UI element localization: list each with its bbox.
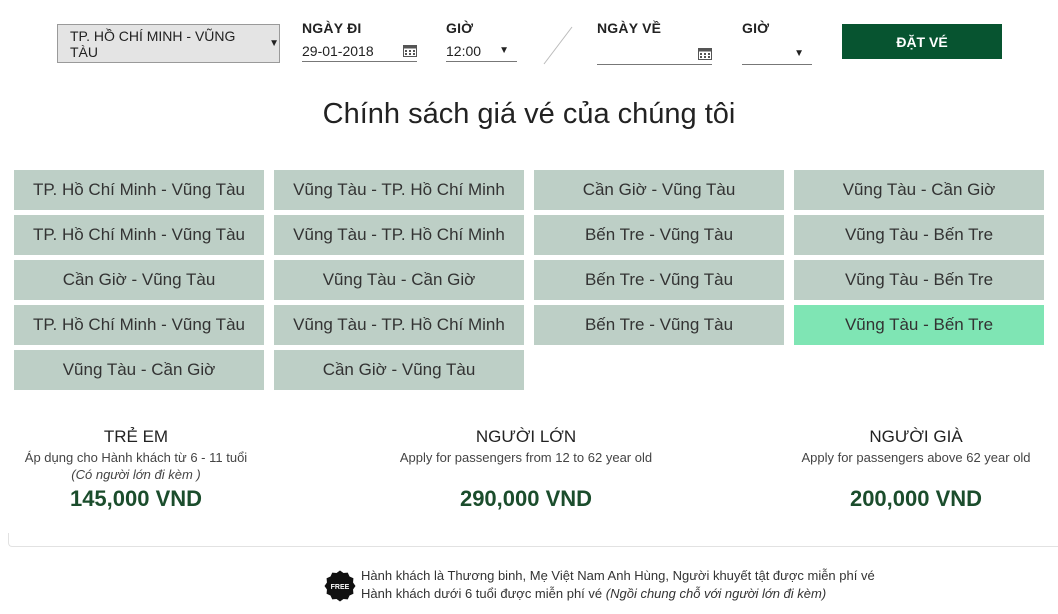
route-button[interactable]: Vũng Tàu - Cần Giờ (274, 260, 524, 300)
price-child-amount: 145,000 VND (69, 486, 203, 511)
calendar-icon (403, 45, 417, 57)
route-button[interactable]: Vũng Tàu - TP. Hồ Chí Minh (274, 215, 524, 255)
route-button[interactable]: Vũng Tàu - Bến Tre (794, 305, 1044, 345)
route-button[interactable]: Cần Giờ - Vũng Tàu (274, 350, 524, 390)
depart-time-value: 12:00 (446, 42, 482, 59)
depart-date-input[interactable]: 29-01-2018 (302, 40, 417, 62)
free-badge-label: FREE (331, 584, 350, 591)
depart-date-label: NGÀY ĐI (302, 20, 362, 36)
free-policy-line2: Hành khách dưới 6 tuổi được miễn phí vé … (361, 585, 875, 603)
free-policy-line2-text: Hành khách dưới 6 tuổi được miễn phí vé (361, 586, 603, 601)
price-senior: NGƯỜI GIÀ Apply for passengers above 62 … (786, 427, 1046, 512)
return-date-label: NGÀY VỀ (597, 20, 662, 36)
price-child-desc: Áp dụng cho Hành khách từ 6 - 11 tuổi (24, 450, 248, 465)
return-date-input[interactable] (597, 43, 712, 65)
route-select[interactable]: TP. HỒ CHÍ MINH - VŨNG TÀU ▼ (57, 24, 280, 63)
chevron-down-icon: ▼ (269, 38, 279, 49)
book-ticket-button[interactable]: ĐẶT VÉ (842, 24, 1002, 59)
price-senior-desc: Apply for passengers above 62 year old (801, 450, 1031, 465)
route-button[interactable]: TP. Hồ Chí Minh - Vũng Tàu (14, 215, 264, 255)
route-button[interactable]: TP. Hồ Chí Minh - Vũng Tàu (14, 170, 264, 210)
route-button[interactable]: Bến Tre - Vũng Tàu (534, 215, 784, 255)
price-adult-name: NGƯỜI LỚN (475, 427, 577, 446)
free-policy-text: Hành khách là Thương binh, Mẹ Việt Nam A… (361, 567, 875, 603)
route-button[interactable]: Cần Giờ - Vũng Tàu (14, 260, 264, 300)
price-adult-desc: Apply for passengers from 12 to 62 year … (399, 450, 653, 465)
return-time-select[interactable]: ▼ (742, 43, 812, 65)
page-title: Chính sách giá vé của chúng tôi (322, 98, 736, 130)
route-select-value: TP. HỒ CHÍ MINH - VŨNG TÀU (70, 27, 236, 60)
depart-time-select[interactable]: 12:00 ▼ (446, 40, 517, 62)
price-senior-name: NGƯỜI GIÀ (869, 427, 963, 446)
route-button[interactable]: Vũng Tàu - Bến Tre (794, 215, 1044, 255)
route-button[interactable]: Vũng Tàu - Bến Tre (794, 260, 1044, 300)
price-adult-amount: 290,000 VND (459, 486, 593, 511)
free-policy-line1: Hành khách là Thương binh, Mẹ Việt Nam A… (361, 568, 875, 583)
route-button[interactable]: Vũng Tàu - Cần Giờ (794, 170, 1044, 210)
route-button[interactable]: Bến Tre - Vũng Tàu (534, 305, 784, 345)
route-button[interactable]: Cần Giờ - Vũng Tàu (534, 170, 784, 210)
free-policy-line2-note: (Ngồi chung chỗ với người lớn đi kèm) (605, 586, 827, 601)
return-time-label: GIỜ (742, 20, 770, 36)
price-child-note: (Có người lớn đi kèm ) (71, 467, 201, 482)
route-button[interactable]: TP. Hồ Chí Minh - Vũng Tàu (14, 305, 264, 345)
price-child-name: TRẺ EM (103, 427, 169, 446)
price-adult: NGƯỜI LỚN Apply for passengers from 12 t… (376, 427, 676, 512)
price-senior-amount: 200,000 VND (849, 486, 983, 511)
route-button[interactable]: Vũng Tàu - TP. Hồ Chí Minh (274, 305, 524, 345)
route-button[interactable]: Vũng Tàu - Cần Giờ (14, 350, 264, 390)
depart-date-value: 29-01-2018 (302, 42, 374, 59)
calendar-icon (698, 48, 712, 60)
section-divider (8, 533, 1058, 547)
free-badge-icon: FREE (324, 570, 356, 602)
chevron-down-icon: ▼ (499, 45, 509, 56)
separator-slash (543, 26, 573, 65)
depart-time-label: GIỜ (446, 20, 474, 36)
route-button[interactable]: Vũng Tàu - TP. Hồ Chí Minh (274, 170, 524, 210)
route-button[interactable]: Bến Tre - Vũng Tàu (534, 260, 784, 300)
chevron-down-icon: ▼ (794, 48, 804, 59)
price-child: TRẺ EM Áp dụng cho Hành khách từ 6 - 11 … (6, 427, 266, 512)
